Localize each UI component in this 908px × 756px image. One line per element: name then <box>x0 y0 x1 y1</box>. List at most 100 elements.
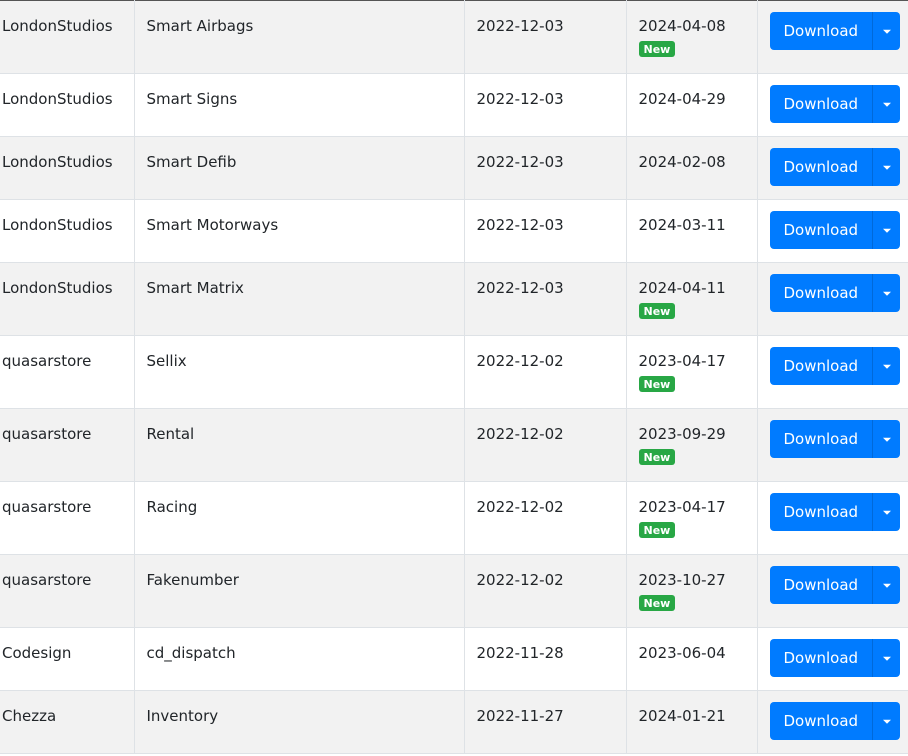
resource-name-cell: Smart Signs <box>133 73 464 137</box>
created-date-cell: 2022-12-03 <box>463 199 626 263</box>
updated-date-cell: 2023-04-17 New <box>625 335 757 409</box>
new-badge: New <box>638 41 676 57</box>
updated-date: 2024-04-08 <box>638 17 726 35</box>
download-button-group: Download <box>769 211 901 249</box>
author-cell: LondonStudios <box>2 17 113 35</box>
table-row: quasarstore Sellix 2022-12-02 2023-04-17 New… <box>0 335 908 409</box>
download-options-toggle[interactable] <box>872 493 901 531</box>
resource-name-cell: cd_dispatch <box>133 627 464 691</box>
download-button[interactable]: Download <box>769 702 873 740</box>
download-button[interactable]: Download <box>769 493 873 531</box>
action-cell: Download <box>756 627 908 691</box>
table-row: LondonStudios Smart Signs 2022-12-03 2024-0… <box>0 73 908 137</box>
download-options-toggle[interactable] <box>872 702 901 740</box>
action-cell: Download <box>756 136 908 200</box>
download-options-toggle[interactable] <box>872 85 901 123</box>
download-button[interactable]: Download <box>769 639 873 677</box>
author-cell: quasarstore <box>2 498 92 516</box>
created-date-cell: 2022-12-03 <box>463 262 626 336</box>
resource-name-cell: Fakenumber <box>133 554 464 628</box>
download-button-group: Download <box>769 702 901 740</box>
updated-date: 2024-02-08 <box>638 153 726 171</box>
updated-date-cell: 2023-09-29 New <box>625 408 757 482</box>
download-button[interactable]: Download <box>769 420 873 458</box>
table-row: LondonStudios Smart Matrix 2022-12-03 2024-… <box>0 262 908 336</box>
download-options-toggle[interactable] <box>872 639 901 677</box>
download-button[interactable]: Download <box>769 566 873 604</box>
download-button[interactable]: Download <box>769 85 873 123</box>
updated-date-cell: 2023-04-17 New <box>625 481 757 555</box>
created-date-cell: 2022-12-03 <box>463 136 626 200</box>
table-row: Chezza Inventory 2022-11-27 2024-01-21 Downl… <box>0 690 908 754</box>
table-row: quasarstore Fakenumber 2022-12-02 2023-10-2… <box>0 554 908 628</box>
updated-date-cell: 2024-02-08 <box>625 136 757 200</box>
created-date-cell: 2022-12-02 <box>463 408 626 482</box>
table-row: Codesign cd_dispatch 2022-11-28 2023-06-04 D… <box>0 627 908 691</box>
download-options-toggle[interactable] <box>872 420 901 458</box>
new-badge: New <box>638 595 676 611</box>
download-options-toggle[interactable] <box>872 274 901 312</box>
new-badge: New <box>638 449 676 465</box>
action-cell: Download <box>756 690 908 754</box>
action-cell: Download <box>756 0 908 74</box>
created-date-cell: 2022-12-03 <box>463 73 626 137</box>
author-cell: Chezza <box>2 707 57 725</box>
resource-name-cell: Rental <box>133 408 464 482</box>
action-cell: Download <box>756 335 908 409</box>
caret-down-icon <box>882 656 891 661</box>
caret-down-icon <box>882 583 891 588</box>
author-cell: LondonStudios <box>2 216 113 234</box>
table-row: LondonStudios Smart Airbags 2022-12-03 2024… <box>0 0 908 74</box>
table-row: LondonStudios Smart Motorways 2022-12-03 20… <box>0 199 908 263</box>
resources-table-container: LondonStudios Smart Airbags 2022-12-03 2024… <box>0 0 908 756</box>
download-button[interactable]: Download <box>769 12 873 50</box>
caret-down-icon <box>882 364 891 369</box>
download-options-toggle[interactable] <box>872 347 901 385</box>
table-row: LondonStudios Smart Defib 2022-12-03 2024-0… <box>0 136 908 200</box>
author-cell: quasarstore <box>2 352 92 370</box>
resource-name-cell: Smart Matrix <box>133 262 464 336</box>
updated-date: 2024-04-11 <box>638 279 726 297</box>
updated-date-cell: 2024-01-21 <box>625 690 757 754</box>
table-row: quasarstore Racing 2022-12-02 2023-04-17 New… <box>0 481 908 555</box>
updated-date-cell: 2024-04-08 New <box>625 0 757 74</box>
resources-table: LondonStudios Smart Airbags 2022-12-03 2024… <box>0 0 908 754</box>
download-button[interactable]: Download <box>769 211 873 249</box>
download-button-group: Download <box>769 639 901 677</box>
action-cell: Download <box>756 73 908 137</box>
created-date-cell: 2022-12-02 <box>463 481 626 555</box>
updated-date: 2023-06-04 <box>638 644 726 662</box>
action-cell: Download <box>756 554 908 628</box>
updated-date-cell: 2024-04-29 <box>625 73 757 137</box>
caret-down-icon <box>882 719 891 724</box>
table-row: quasarstore Rental 2022-12-02 2023-09-29 New… <box>0 408 908 482</box>
resource-name-cell: Sellix <box>133 335 464 409</box>
download-button[interactable]: Download <box>769 148 873 186</box>
created-date-cell: 2022-11-28 <box>463 627 626 691</box>
download-options-toggle[interactable] <box>872 211 901 249</box>
updated-date-cell: 2024-03-11 <box>625 199 757 263</box>
resources-table-body: LondonStudios Smart Airbags 2022-12-03 2024… <box>0 0 908 754</box>
updated-date-cell: 2023-06-04 <box>625 627 757 691</box>
action-cell: Download <box>756 262 908 336</box>
author-cell: LondonStudios <box>2 279 113 297</box>
new-badge: New <box>638 376 676 392</box>
download-options-toggle[interactable] <box>872 148 901 186</box>
download-options-toggle[interactable] <box>872 566 901 604</box>
updated-date: 2023-04-17 <box>638 498 726 516</box>
download-button[interactable]: Download <box>769 347 873 385</box>
download-options-toggle[interactable] <box>872 12 901 50</box>
download-button[interactable]: Download <box>769 274 873 312</box>
updated-date: 2023-04-17 <box>638 352 726 370</box>
download-button-group: Download <box>769 12 901 50</box>
created-date-cell: 2022-12-02 <box>463 554 626 628</box>
new-badge: New <box>638 522 676 538</box>
author-cell: LondonStudios <box>2 90 113 108</box>
updated-date: 2024-03-11 <box>638 216 726 234</box>
resource-name-cell: Smart Motorways <box>133 199 464 263</box>
download-button-group: Download <box>769 420 901 458</box>
download-button-group: Download <box>769 493 901 531</box>
download-button-group: Download <box>769 274 901 312</box>
download-button-group: Download <box>769 148 901 186</box>
resource-name-cell: Racing <box>133 481 464 555</box>
